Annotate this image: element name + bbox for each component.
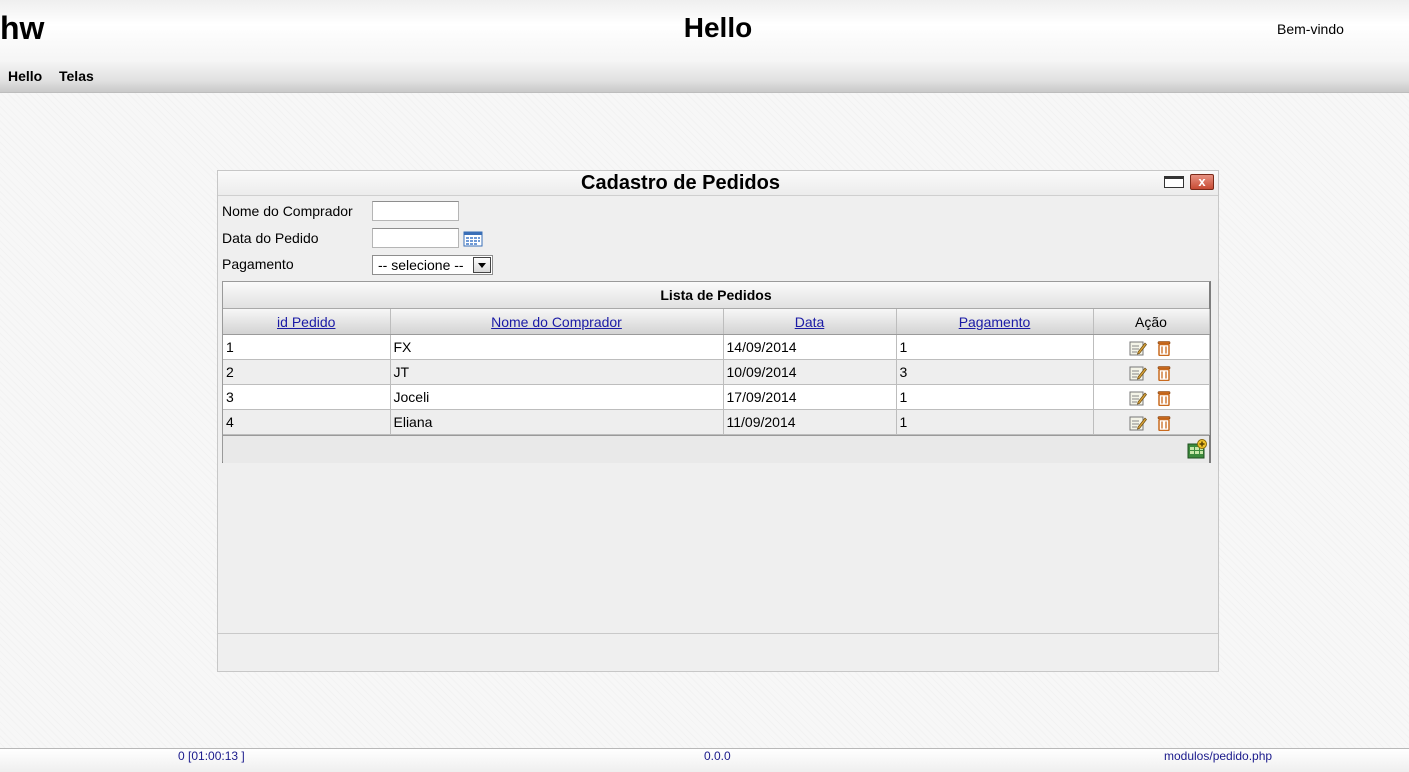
- status-module-path: modulos/pedido.php: [1164, 749, 1273, 763]
- sort-nome-link[interactable]: Nome do Comprador: [491, 314, 622, 330]
- trash-icon[interactable]: [1155, 390, 1173, 406]
- cell-actions: [1093, 334, 1210, 360]
- pagamento-label: Pagamento: [222, 256, 294, 272]
- data-pedido-label: Data do Pedido: [222, 230, 319, 246]
- col-header-acao: Ação: [1093, 309, 1210, 335]
- edit-icon[interactable]: [1129, 390, 1148, 406]
- cell-data: 17/09/2014: [723, 384, 897, 410]
- cell-data: 11/09/2014: [723, 409, 897, 435]
- pedidos-table: id Pedido Nome do Comprador Data Pagamen…: [223, 309, 1210, 435]
- menu-item-telas[interactable]: Telas: [59, 68, 94, 84]
- table-row: 2 JT 10/09/2014 3: [223, 359, 1210, 385]
- cell-pagamento: 1: [896, 384, 1094, 410]
- cell-nome: Eliana: [390, 409, 724, 435]
- add-record-icon[interactable]: [1187, 439, 1207, 459]
- edit-icon[interactable]: [1129, 415, 1148, 431]
- trash-icon[interactable]: [1155, 415, 1173, 431]
- cell-actions: [1093, 409, 1210, 435]
- table-row: 4 Eliana 11/09/2014 1: [223, 409, 1210, 435]
- grid-footer: [223, 435, 1209, 463]
- cell-id: 3: [223, 384, 391, 410]
- cell-nome: JT: [390, 359, 724, 385]
- pagamento-selected-value: -- selecione --: [378, 257, 464, 273]
- window-footer-divider: [218, 633, 1218, 634]
- comprador-input[interactable]: [372, 201, 459, 221]
- cell-data: 14/09/2014: [723, 334, 897, 360]
- status-time: 0 [01:00:13 ]: [178, 749, 245, 763]
- pagamento-select[interactable]: -- selecione --: [372, 255, 493, 275]
- app-header: hw Hello Bem-vindo: [0, 0, 1409, 62]
- status-version: 0.0.0: [704, 749, 731, 763]
- menu-bar: Hello Telas: [0, 62, 1409, 93]
- cell-actions: [1093, 359, 1210, 385]
- app-title: Hello: [683, 12, 753, 43]
- table-row: 1 FX 14/09/2014 1: [223, 334, 1210, 360]
- close-button[interactable]: x: [1190, 174, 1214, 190]
- col-header-pagamento: Pagamento: [896, 309, 1094, 335]
- calendar-icon[interactable]: [463, 231, 483, 247]
- chevron-down-icon[interactable]: [473, 257, 491, 273]
- cell-pagamento: 1: [896, 409, 1094, 435]
- cell-id: 1: [223, 334, 391, 360]
- table-row: 3 Joceli 17/09/2014 1: [223, 384, 1210, 410]
- data-pedido-input[interactable]: [372, 228, 459, 248]
- status-bar: 0 [01:00:13 ] 0.0.0 modulos/pedido.php: [0, 748, 1409, 772]
- edit-icon[interactable]: [1129, 365, 1148, 381]
- sort-data-link[interactable]: Data: [795, 314, 825, 330]
- pedidos-grid: Lista de Pedidos id Pedido Nome do Compr…: [222, 281, 1211, 463]
- cell-nome: FX: [390, 334, 724, 360]
- sort-pagamento-link[interactable]: Pagamento: [959, 314, 1031, 330]
- maximize-button[interactable]: [1164, 176, 1184, 188]
- window-titlebar[interactable]: Cadastro de Pedidos x: [218, 171, 1218, 196]
- comprador-label: Nome do Comprador: [222, 203, 353, 219]
- cell-id: 2: [223, 359, 391, 385]
- sort-id-link[interactable]: id Pedido: [277, 314, 335, 330]
- table-header-row: id Pedido Nome do Comprador Data Pagamen…: [223, 309, 1210, 335]
- col-header-nome: Nome do Comprador: [390, 309, 724, 335]
- grid-caption: Lista de Pedidos: [223, 282, 1209, 309]
- cell-actions: [1093, 384, 1210, 410]
- col-header-id: id Pedido: [223, 309, 391, 335]
- cell-pagamento: 1: [896, 334, 1094, 360]
- welcome-text: Bem-vindo: [1277, 21, 1344, 37]
- cell-id: 4: [223, 409, 391, 435]
- cell-nome: Joceli: [390, 384, 724, 410]
- window-title: Cadastro de Pedidos: [581, 172, 780, 194]
- pedidos-window: Cadastro de Pedidos x Nome do Comprador …: [217, 170, 1219, 672]
- trash-icon[interactable]: [1155, 340, 1173, 356]
- menu-item-hello[interactable]: Hello: [8, 68, 42, 84]
- trash-icon[interactable]: [1155, 365, 1173, 381]
- edit-icon[interactable]: [1129, 340, 1148, 356]
- cell-data: 10/09/2014: [723, 359, 897, 385]
- col-header-data: Data: [723, 309, 897, 335]
- cell-pagamento: 3: [896, 359, 1094, 385]
